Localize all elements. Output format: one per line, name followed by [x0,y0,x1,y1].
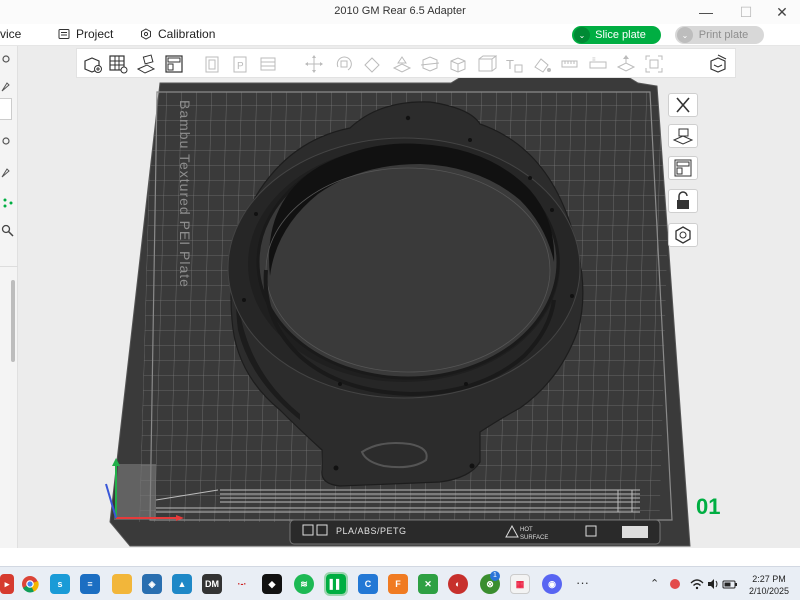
taskbar: ▸ s ≡ ◈ ▲ DM ·-· ◆ ≋ ▌▌ C F ✕ ◐ ⊗ 1 ▦ ◉ … [0,566,800,600]
layers-icon[interactable] [257,53,279,75]
antivirus-icon[interactable] [668,577,682,591]
close-icon [676,97,690,113]
c-app-icon[interactable]: C [358,574,378,594]
remove-plate-button[interactable] [668,93,698,117]
paste-icon[interactable]: P [229,53,251,75]
wifi-icon[interactable] [690,577,704,591]
add-plate-icon[interactable] [107,53,129,75]
auto-orient-icon[interactable] [135,53,157,75]
sling-icon[interactable]: s [50,574,70,594]
bambu-icon[interactable]: ◈ [142,574,162,594]
ruler-icon[interactable]: ≡ [587,53,609,75]
build-plate-scene[interactable]: PLA/ABS/PETG HOT SURFACE Bambu Textured … [0,0,800,600]
assembly-icon[interactable] [615,53,637,75]
f-app-icon[interactable]: F [388,574,408,594]
auto-arrange-icon [672,128,694,145]
x-app-icon[interactable]: ✕ [418,574,438,594]
lock-icon [677,191,689,209]
svg-text:≡: ≡ [592,57,596,63]
svg-text:P: P [237,61,244,72]
store-icon[interactable]: ▦ [510,574,530,594]
more-apps-button[interactable]: ··· [576,575,589,590]
arrange-icon[interactable] [163,53,185,75]
rotate-icon[interactable] [333,53,355,75]
game-icon[interactable]: ◐ [448,574,468,594]
discord-icon[interactable]: ◉ [542,574,562,594]
folder-icon[interactable] [112,574,132,594]
view-mode-icon[interactable] [707,53,729,75]
svg-text:T: T [506,57,514,72]
dm-icon[interactable]: DM [202,574,222,594]
orca-icon[interactable]: ▲ [172,574,192,594]
measure-icon[interactable] [475,53,497,75]
hex-nut-icon [675,226,691,244]
support-paint-icon[interactable]: T [503,53,525,75]
spotify-icon[interactable]: ≋ [294,574,314,594]
notification-badge: 1 [490,571,500,581]
surface-label: SURFACE [520,535,548,541]
excluded-area [114,464,156,520]
tidal-icon[interactable]: ◆ [262,574,282,594]
material-label: PLA/ABS/PETG [336,526,407,536]
hot-label: HOT [520,527,533,533]
main-toolbar: P T ≡ [76,48,736,78]
chrome-icon[interactable] [20,574,40,594]
plate-tag [622,526,648,538]
scale-icon[interactable] [361,53,383,75]
volume-icon[interactable] [706,577,720,591]
add-object-icon[interactable] [81,53,103,75]
plate-number[interactable]: 01 [696,494,720,520]
app-icon-red[interactable]: ▸ [0,574,14,594]
boolean-icon[interactable] [447,53,469,75]
bambu-studio-window: 2010 GM Rear 6.5 Adapter — ☐ ✕ vice Proj… [0,0,800,600]
auto-arrange-plate-button[interactable] [668,124,698,148]
cut-icon[interactable] [419,53,441,75]
plate-type-label: Bambu Textured PEI Plate [177,100,193,288]
lock-plate-button[interactable] [668,189,698,213]
battery-icon[interactable] [722,577,738,591]
arrange-plate-button[interactable] [668,156,698,180]
tray-overflow-button[interactable]: ⌃ [650,577,659,590]
lay-on-face-icon[interactable] [391,53,413,75]
copy-icon[interactable] [201,53,223,75]
clock-date: 2/10/2025 [748,586,790,596]
arrange-icon [674,159,692,177]
fit-view-icon[interactable] [643,53,665,75]
plate-settings-button[interactable] [668,223,698,247]
bambu-studio-icon[interactable]: ▌▌ [324,572,348,596]
move-icon[interactable] [303,53,325,75]
seam-paint-icon[interactable] [531,53,553,75]
system-clock[interactable]: 2:27 PM 2/10/2025 [740,573,798,597]
dots-app-icon[interactable]: ·-· [232,574,252,594]
color-paint-icon[interactable] [559,53,581,75]
notes-icon[interactable]: ≡ [80,574,100,594]
clock-time: 2:27 PM [752,574,786,584]
